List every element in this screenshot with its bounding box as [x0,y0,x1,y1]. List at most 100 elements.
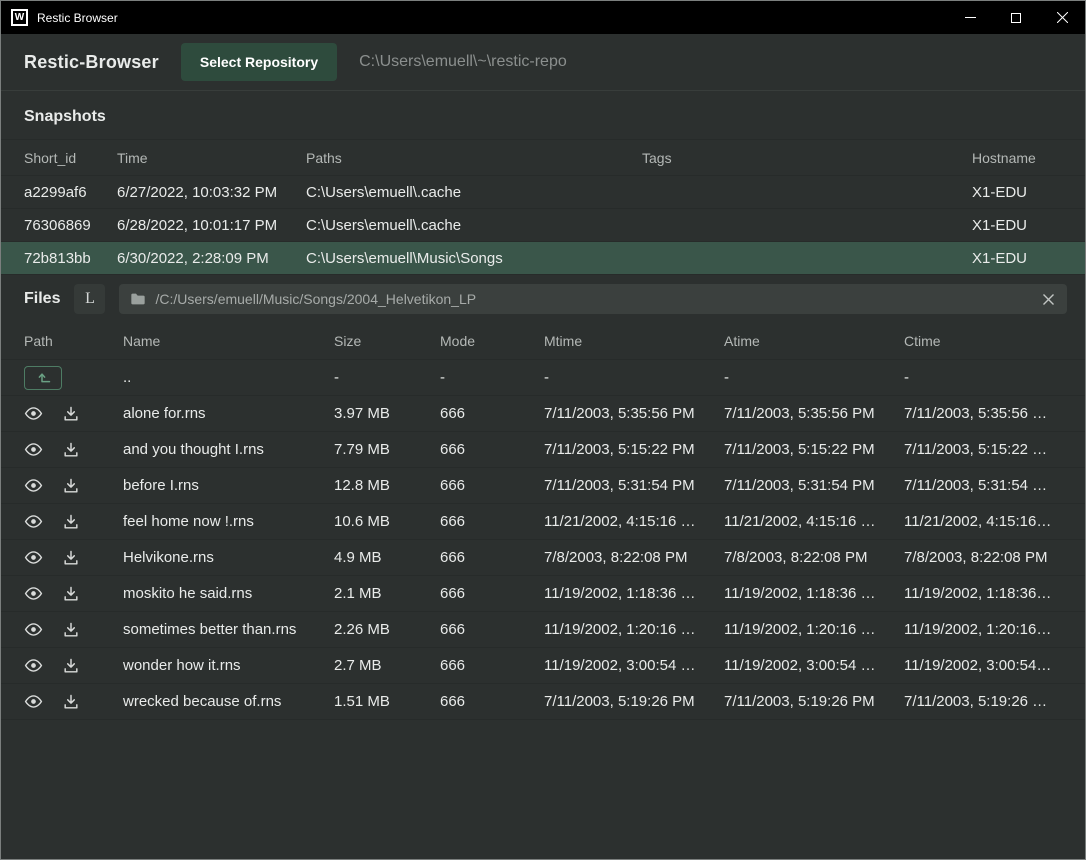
file-name: wrecked because of.rns [123,693,334,710]
file-mtime: 11/19/2002, 3:00:54 … [544,657,724,674]
file-name: moskito he said.rns [123,585,334,602]
parent-row-size: - [334,369,440,386]
snapshot-time: 6/28/2022, 10:01:17 PM [117,217,306,234]
maximize-button[interactable] [993,1,1039,34]
snapshot-row[interactable]: 72b813bb 6/30/2022, 2:28:09 PM C:\Users\… [1,242,1085,275]
col-name: Name [123,333,334,349]
file-row[interactable]: sometimes better than.rns 2.26 MB 666 11… [1,612,1085,648]
preview-file-button[interactable] [24,442,43,457]
select-repository-button[interactable]: Select Repository [181,43,337,81]
preview-file-button[interactable] [24,622,43,637]
download-file-button[interactable] [63,658,79,674]
col-atime: Atime [724,333,904,349]
eye-icon [24,514,43,529]
file-ctime: 7/11/2003, 5:31:54 PM [904,477,1062,494]
file-mtime: 7/11/2003, 5:31:54 PM [544,477,724,494]
file-atime: 7/8/2003, 8:22:08 PM [724,549,904,566]
file-row[interactable]: Helvikone.rns 4.9 MB 666 7/8/2003, 8:22:… [1,540,1085,576]
minimize-button[interactable] [947,1,993,34]
file-ctime: 7/11/2003, 5:35:56 PM [904,405,1062,422]
download-icon [63,622,79,638]
col-path: Path [24,333,123,349]
download-file-button[interactable] [63,694,79,710]
col-tags: Tags [642,150,972,166]
col-time: Time [117,150,306,166]
download-file-button[interactable] [63,406,79,422]
eye-icon [24,622,43,637]
file-ctime: 7/11/2003, 5:19:26 PM [904,693,1062,710]
col-mode: Mode [440,333,544,349]
file-size: 12.8 MB [334,477,440,494]
download-file-button[interactable] [63,622,79,638]
file-mode: 666 [440,621,544,638]
app-logo-icon: W [11,9,28,26]
file-row[interactable]: wrecked because of.rns 1.51 MB 666 7/11/… [1,684,1085,720]
file-size: 3.97 MB [334,405,440,422]
col-ctime: Ctime [904,333,1062,349]
parent-row-mode: - [440,369,544,386]
download-icon [63,514,79,530]
file-row[interactable]: feel home now !.rns 10.6 MB 666 11/21/20… [1,504,1085,540]
file-size: 2.26 MB [334,621,440,638]
file-size: 7.79 MB [334,441,440,458]
download-file-button[interactable] [63,550,79,566]
col-hostname: Hostname [972,150,1062,166]
snapshot-time: 6/30/2022, 2:28:09 PM [117,250,306,267]
go-up-button[interactable] [24,366,62,390]
preview-file-button[interactable] [24,694,43,709]
file-ctime: 7/8/2003, 8:22:08 PM [904,549,1062,566]
download-file-button[interactable] [63,586,79,602]
file-name: wonder how it.rns [123,657,334,674]
file-name: alone for.rns [123,405,334,422]
file-size: 4.9 MB [334,549,440,566]
files-heading: Files [24,290,60,308]
download-file-button[interactable] [63,514,79,530]
preview-file-button[interactable] [24,550,43,565]
parent-row-actions [24,366,123,390]
file-row-actions [24,658,123,674]
file-row-actions [24,478,123,494]
snapshot-hostname: X1-EDU [972,184,1062,201]
file-row[interactable]: wonder how it.rns 2.7 MB 666 11/19/2002,… [1,648,1085,684]
file-ctime: 7/11/2003, 5:15:22 PM [904,441,1062,458]
clear-path-button[interactable] [1041,292,1056,307]
preview-file-button[interactable] [24,658,43,673]
file-mode: 666 [440,405,544,422]
preview-file-button[interactable] [24,478,43,493]
file-row-actions [24,694,123,710]
file-mtime: 7/11/2003, 5:35:56 PM [544,405,724,422]
download-file-button[interactable] [63,442,79,458]
snapshot-row[interactable]: 76306869 6/28/2022, 10:01:17 PM C:\Users… [1,209,1085,242]
file-row-actions [24,514,123,530]
file-atime: 11/19/2002, 1:20:16 … [724,621,904,638]
file-row[interactable]: moskito he said.rns 2.1 MB 666 11/19/200… [1,576,1085,612]
file-name: feel home now !.rns [123,513,334,530]
file-path-bar[interactable]: /C:/Users/emuell/Music/Songs/2004_Helvet… [119,284,1067,314]
file-mtime: 7/11/2003, 5:15:22 PM [544,441,724,458]
file-mtime: 7/8/2003, 8:22:08 PM [544,549,724,566]
file-mtime: 11/19/2002, 1:18:36 … [544,585,724,602]
snapshot-row[interactable]: a2299af6 6/27/2022, 10:03:32 PM C:\Users… [1,176,1085,209]
eye-icon [24,694,43,709]
download-icon [63,586,79,602]
app-title: Restic-Browser [24,52,159,73]
file-ctime: 11/21/2002, 4:15:16 … [904,513,1062,530]
preview-file-button[interactable] [24,406,43,421]
download-icon [63,658,79,674]
file-size: 2.1 MB [334,585,440,602]
preview-file-button[interactable] [24,514,43,529]
file-row[interactable]: alone for.rns 3.97 MB 666 7/11/2003, 5:3… [1,396,1085,432]
download-file-button[interactable] [63,478,79,494]
preview-file-button[interactable] [24,586,43,601]
repository-path: C:\Users\emuell\~\restic-repo [359,53,567,71]
tree-toggle-button[interactable]: L [74,284,105,314]
close-button[interactable] [1039,1,1085,34]
eye-icon [24,550,43,565]
col-mtime: Mtime [544,333,724,349]
file-row[interactable]: before I.rns 12.8 MB 666 7/11/2003, 5:31… [1,468,1085,504]
file-row-actions [24,586,123,602]
file-mode: 666 [440,657,544,674]
parent-directory-row[interactable]: .. - - - - - [1,360,1085,396]
file-mode: 666 [440,585,544,602]
file-row[interactable]: and you thought I.rns 7.79 MB 666 7/11/2… [1,432,1085,468]
